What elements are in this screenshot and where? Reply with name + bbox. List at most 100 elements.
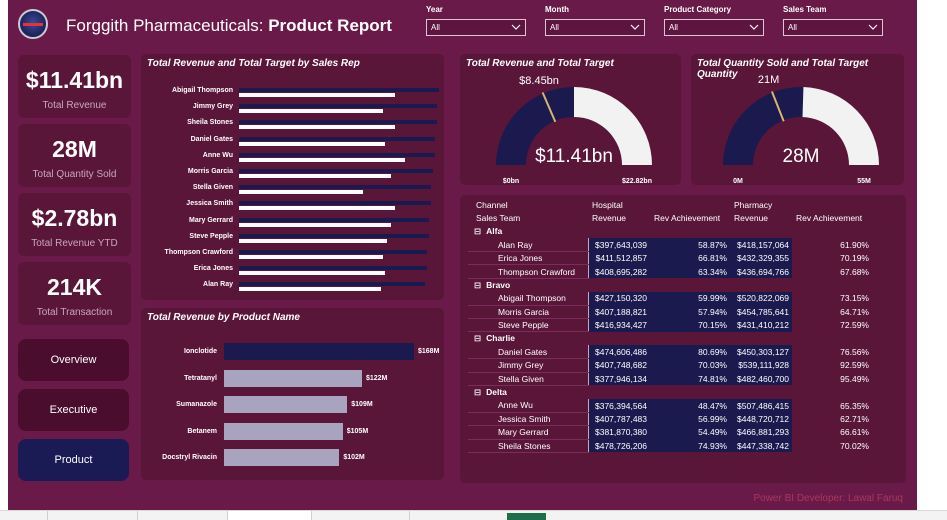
month-dropdown[interactable]: All [545,19,645,36]
rep-revenue-bar[interactable] [239,255,383,259]
matrix-row[interactable]: Morris Garcia $407,188,821 57.94% $454,785,… [468,305,872,320]
collapse-icon[interactable]: ⊟ [474,280,481,290]
rep-target-bar[interactable] [239,104,437,109]
sheet-tab[interactable] [138,511,228,520]
pharmacy-revenue-cell: $507,486,415 [730,398,792,413]
nav-overview-button[interactable]: Overview [18,339,129,381]
kpi-total-quantity: 28M Total Quantity Sold [18,124,131,187]
product-category-dropdown[interactable]: All [664,19,764,36]
rep-revenue-bar[interactable] [239,125,395,130]
gauge-max-label: $22.82bn [622,178,652,185]
pharmacy-revenue-cell: $466,881,293 [730,425,792,440]
hospital-revenue-cell: $408,695,282 [587,264,650,279]
hospital-achievement-cell: 57.94% [650,305,730,319]
hospital-revenue-cell: $411,512,857 [587,251,650,265]
rep-revenue-bar[interactable] [239,271,385,276]
pharmacy-achievement-cell: 92.59% [840,360,869,371]
matrix-group-row[interactable]: ⊟ Bravo [468,278,872,291]
matrix-row[interactable]: Thompson Crawford $408,695,282 63.34% $436,… [468,264,872,279]
report-name: Product Report [268,16,392,35]
revenue-gauge: $8.45bn $11.41bn $0bn $22.82bn [496,75,652,185]
rep-target-bar[interactable] [239,136,435,141]
pharmacy-achievement-cell: 62.71% [840,413,869,424]
rep-name-cell: Sheila Stones [468,439,588,453]
collapse-icon[interactable]: ⊟ [474,333,481,343]
rep-target-bar[interactable] [239,185,431,190]
matrix-group-row[interactable]: ⊟ Delta [468,385,872,398]
kpi-total-transaction: 214K Total Transaction [18,262,131,325]
nav-executive-button[interactable]: Executive [18,389,129,431]
gauge-value-label: $11.41bn [535,146,613,167]
product-revenue-bar[interactable] [224,422,343,440]
rep-target-bar[interactable] [239,120,437,125]
kpi-label: Total Revenue [42,100,107,111]
rep-revenue-bar[interactable] [239,141,385,146]
matrix-row[interactable]: Alan Ray $397,643,039 58.87% $418,157,064 61… [468,238,872,253]
matrix-row[interactable]: Abigail Thompson $427,150,320 59.99% $520,8… [468,291,872,306]
matrix-row[interactable]: Sheila Stones $478,726,206 74.93% $447,338,… [468,439,872,453]
pharmacy-achievement-cell: 73.15% [840,293,869,304]
pharmacy-revenue-cell: $447,338,742 [730,439,792,453]
matrix-group-row[interactable]: ⊟ Alfa [468,225,872,238]
rep-revenue-bar[interactable] [239,174,391,178]
matrix-group-row[interactable]: ⊟ Charlie [468,332,872,345]
rep-label: Jimmy Grey [192,103,233,111]
rep-revenue-bar[interactable] [239,206,395,211]
matrix-row[interactable]: Stella Given $377,946,134 74.81% $482,460,7… [468,372,872,386]
hospital-achievement-cell: 80.69% [650,345,730,359]
rep-target-bar[interactable] [239,88,439,92]
sheet-tab[interactable] [48,511,138,520]
rep-target-bar[interactable] [239,282,425,287]
rep-revenue-bar[interactable] [239,238,387,243]
pharmacy-revenue-cell: $418,157,064 [730,238,792,252]
product-revenue-bar[interactable] [224,396,348,413]
matrix-row[interactable]: Mary Gerrard $381,870,380 54.49% $466,881,2… [468,425,872,440]
pharmacy-revenue-cell: $431,410,212 [730,318,792,332]
pharmacy-achievement-cell: 95.49% [840,373,869,384]
matrix-header: Pharmacy [734,199,773,210]
matrix-header-row: Sales Team Revenue Rev Achievement Revenue R… [468,211,872,224]
matrix-row[interactable]: Erica Jones $411,512,857 66.81% $432,329,35… [468,251,872,266]
product-chart-title: Total Revenue by Product Name [147,312,300,323]
rep-target-bar[interactable] [239,201,431,206]
rep-revenue-bar[interactable] [239,222,391,227]
rep-target-bar[interactable] [239,250,427,254]
matrix-header: Rev Achievement [796,213,863,224]
sales-team-dropdown[interactable]: All [783,19,883,36]
nav-product-button[interactable]: Product [18,439,129,481]
matrix-row[interactable]: Anne Wu $376,394,564 48.47% $507,486,415 65.… [468,398,872,413]
rep-revenue-bar[interactable] [239,287,381,292]
rep-revenue-bar[interactable] [239,190,363,195]
company-name: Forggith Pharmaceuticals: [66,16,264,35]
sheet-tab[interactable] [312,511,410,520]
rep-target-bar[interactable] [239,152,435,157]
matrix-row[interactable]: Daniel Gates $474,606,486 80.69% $450,303,1… [468,345,872,360]
sheet-tab-active[interactable] [228,511,312,520]
hospital-revenue-cell: $416,934,427 [587,318,650,332]
year-dropdown[interactable]: All [426,19,526,36]
product-revenue-bar[interactable] [224,449,340,466]
chevron-down-icon [511,24,521,30]
collapse-icon[interactable]: ⊟ [474,226,481,236]
rep-revenue-bar[interactable] [239,157,405,162]
pharmacy-revenue-cell: $520,822,069 [730,291,792,306]
matrix-row[interactable]: Steve Pepple $416,934,427 70.15% $431,410,2… [468,318,872,333]
kpi-total-revenue: $11.41bn Total Revenue [18,55,131,118]
rep-target-bar[interactable] [239,266,427,271]
gauge-value-label: 28M [783,146,820,167]
rep-revenue-bar[interactable] [239,109,383,114]
product-revenue-bar[interactable] [224,369,362,387]
rep-label: Steve Pepple [189,232,233,240]
rep-target-bar[interactable] [239,169,433,173]
pharmacy-revenue-cell: $432,329,355 [730,251,792,265]
product-revenue-bar[interactable] [224,343,414,360]
sheet-tab[interactable] [0,511,48,520]
rep-target-bar[interactable] [239,217,429,222]
rep-target-bar[interactable] [239,233,429,238]
rep-revenue-bar[interactable] [239,93,395,97]
product-category-slicer-label: Product Category [664,5,732,14]
matrix-row[interactable]: Jimmy Grey $407,748,682 70.03% $539,111,928… [468,358,872,373]
collapse-icon[interactable]: ⊟ [474,387,481,397]
rep-chart-title: Total Revenue and Total Target by Sales … [147,58,360,69]
matrix-row[interactable]: Jessica Smith $407,787,483 56.99% $448,720,… [468,412,872,427]
